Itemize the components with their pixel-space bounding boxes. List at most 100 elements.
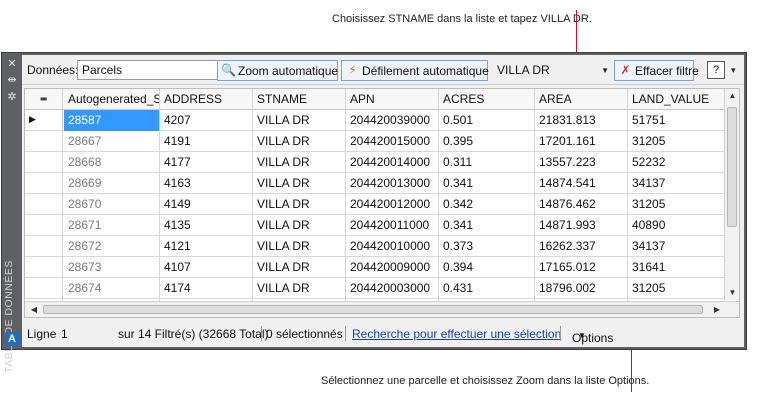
cell-apn[interactable]: 204420012000 [346,194,439,215]
line-number-input[interactable]: 1 [58,325,110,343]
cell-autogenerated[interactable]: 28668 [64,152,160,173]
cell-autogenerated[interactable]: 28673 [64,257,160,278]
table-row[interactable]: 28667 4191 VILLA DR 204420015000 0.395 17201.… [25,131,739,152]
table-row[interactable]: 28674 4174 VILLA DR 204420003000 0.431 18796.… [25,278,739,299]
cell-apn[interactable]: 204420011000 [346,215,439,236]
column-header-acres[interactable]: ACRES [439,89,535,110]
horizontal-scroll-thumb[interactable] [43,305,703,314]
cell-address[interactable]: 4174 [160,278,253,299]
cell-apn[interactable]: 204420039000 [346,110,439,131]
table-row[interactable]: 28668 4177 VILLA DR 204420014000 0.311 13557.… [25,152,739,173]
cell-land-value[interactable]: 31205 [628,278,725,299]
cell-autogenerated[interactable]: 28669 [64,173,160,194]
help-button[interactable]: ? [707,61,725,79]
table-row[interactable]: 28671 4135 VILLA DR 204420011000 0.341 14871.… [25,215,739,236]
search-selection-link[interactable]: Recherche pour effectuer une sélection [352,327,561,341]
cell-address[interactable]: 4107 [160,257,253,278]
cell-land-value[interactable]: 31641 [628,257,725,278]
row-header[interactable] [25,131,63,152]
cell-land-value[interactable]: 31205 [628,131,725,152]
cell-land-value[interactable]: 52232 [628,152,725,173]
cell-autogenerated[interactable]: 28672 [64,236,160,257]
pin-icon[interactable]: ⇹ [6,74,18,86]
select-all-icon[interactable]: ▬ [25,89,63,110]
cell-apn[interactable]: 204420013000 [346,173,439,194]
row-header[interactable] [25,236,63,257]
cell-acres[interactable]: 0.431 [439,278,535,299]
row-header[interactable] [25,152,63,173]
row-header[interactable] [25,215,63,236]
toolbar-menu-icon[interactable]: ▾ [731,66,736,76]
cell-apn[interactable]: 204420014000 [346,152,439,173]
cell-apn[interactable]: 204420010000 [346,236,439,257]
cell-apn[interactable]: 204420003000 [346,278,439,299]
data-source-select[interactable]: Parcels ▼ [77,60,237,80]
column-header-land-value[interactable]: LAND_VALUE [628,89,725,110]
cell-autogenerated[interactable]: 28671 [64,215,160,236]
column-header-address[interactable]: ADDRESS [160,89,253,110]
cell-area[interactable]: 14874.541 [535,173,628,194]
cell-acres[interactable]: 0.311 [439,152,535,173]
scroll-left-icon[interactable]: ◀ [27,303,41,317]
scroll-right-icon[interactable]: ▶ [710,303,724,317]
cell-stname[interactable]: VILLA DR [253,278,346,299]
cell-area[interactable]: 18796.002 [535,278,628,299]
cell-land-value[interactable]: 34137 [628,236,725,257]
clear-filter-button[interactable]: ✗ Effacer filtre [614,60,699,81]
cell-acres[interactable]: 0.341 [439,173,535,194]
cell-address[interactable]: 4207 [160,110,253,131]
cell-address[interactable]: 4149 [160,194,253,215]
table-row[interactable]: 28669 4163 VILLA DR 204420013000 0.341 14874.… [25,173,739,194]
cell-land-value[interactable]: 40890 [628,215,725,236]
cell-autogenerated[interactable]: 28670 [64,194,160,215]
row-header[interactable] [25,257,63,278]
chevron-down-icon[interactable]: ▼ [601,63,609,78]
settings-icon[interactable]: ✲ [6,91,18,103]
cell-acres[interactable]: 0.394 [439,257,535,278]
cell-stname[interactable]: VILLA DR [253,152,346,173]
cell-stname[interactable]: VILLA DR [253,173,346,194]
cell-area[interactable]: 21831.813 [535,110,628,131]
cell-area[interactable]: 17165.012 [535,257,628,278]
cell-address[interactable]: 4121 [160,236,253,257]
cell-land-value[interactable]: 31205 [628,194,725,215]
cell-area[interactable]: 17201.161 [535,131,628,152]
cell-stname[interactable]: VILLA DR [253,257,346,278]
cell-acres[interactable]: 0.373 [439,236,535,257]
cell-autogenerated[interactable]: 28674 [64,278,160,299]
table-row[interactable]: ▶ 28587 4207 VILLA DR 204420039000 0.501 21831… [25,110,739,131]
cell-acres[interactable]: 0.342 [439,194,535,215]
cell-apn[interactable]: 204420009000 [346,257,439,278]
column-header-apn[interactable]: APN [346,89,439,110]
cell-autogenerated[interactable]: 28587 [64,110,160,131]
cell-acres[interactable]: 0.395 [439,131,535,152]
cell-address[interactable]: 4191 [160,131,253,152]
row-header[interactable] [25,173,63,194]
cell-land-value[interactable]: 34137 [628,173,725,194]
cell-area[interactable]: 14871.993 [535,215,628,236]
filter-input[interactable]: VILLA DR ▼ [493,60,611,80]
row-header[interactable] [25,194,63,215]
scroll-down-icon[interactable]: ▼ [725,286,739,300]
cell-stname[interactable]: VILLA DR [253,110,346,131]
zoom-auto-button[interactable]: 🔍 Zoom automatique [217,60,338,81]
cell-area[interactable]: 13557.223 [535,152,628,173]
column-header-stname[interactable]: STNAME [253,89,346,110]
cell-autogenerated[interactable]: 28667 [64,131,160,152]
cell-land-value[interactable]: 51751 [628,110,725,131]
row-header[interactable] [25,278,63,299]
cell-area[interactable]: 16262.337 [535,236,628,257]
column-header-autogenerated[interactable]: Autogenerated_S [64,89,160,110]
cell-stname[interactable]: VILLA DR [253,194,346,215]
auto-scroll-button[interactable]: ⚡ Défilement automatique [341,60,489,81]
horizontal-scrollbar[interactable]: ◀ ▶ [25,301,739,317]
table-row[interactable]: 28670 4149 VILLA DR 204420012000 0.342 14876.… [25,194,739,215]
current-row-indicator-icon[interactable]: ▶ [25,110,63,131]
cell-acres[interactable]: 0.341 [439,215,535,236]
vertical-scrollbar[interactable]: ▲ ▼ [724,89,739,300]
table-row[interactable]: 28673 4107 VILLA DR 204420009000 0.394 17165.… [25,257,739,278]
cell-area[interactable]: 14876.462 [535,194,628,215]
close-icon[interactable]: ✕ [6,58,18,70]
table-row[interactable]: 28672 4121 VILLA DR 204420010000 0.373 16262.… [25,236,739,257]
cell-stname[interactable]: VILLA DR [253,131,346,152]
